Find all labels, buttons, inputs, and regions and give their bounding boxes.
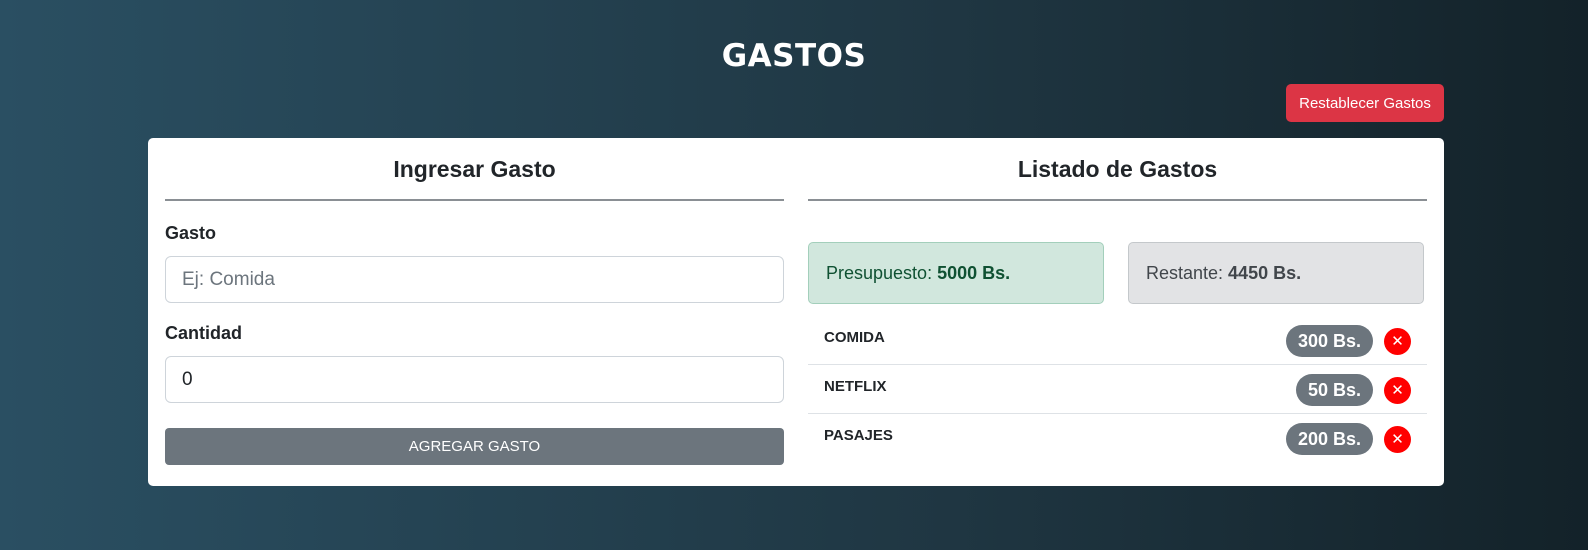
amount-badge: 300 Bs.	[1285, 325, 1373, 357]
remaining-label: Restante:	[1146, 262, 1224, 283]
add-expense-button[interactable]: AGREGAR GASTO	[165, 428, 784, 465]
reset-expenses-button[interactable]: Restablecer Gastos	[1286, 84, 1444, 122]
cantidad-label: Cantidad	[165, 323, 243, 343]
gasto-label: Gasto	[165, 223, 217, 243]
expense-name: PASAJES	[824, 427, 893, 444]
delete-expense-button[interactable]: ✕	[1384, 377, 1411, 404]
expense-list: COMIDA 300 Bs. ✕ NETFLIX 50 Bs. ✕ PASAJE…	[808, 316, 1427, 463]
expense-name: COMIDA	[824, 329, 885, 346]
budget-label: Presupuesto:	[826, 262, 933, 283]
amount-badge: 200 Bs.	[1285, 423, 1373, 455]
remaining-alert: Restante: 4450 Bs.	[1128, 242, 1424, 304]
list-title: Listado de Gastos	[1017, 156, 1218, 182]
amount-badge: 50 Bs.	[1295, 374, 1373, 406]
cantidad-input[interactable]	[165, 356, 784, 403]
close-icon: ✕	[1391, 332, 1404, 350]
list-item: COMIDA 300 Bs. ✕	[808, 316, 1427, 365]
form-title: Ingresar Gasto	[393, 156, 556, 182]
delete-expense-button[interactable]: ✕	[1384, 328, 1411, 355]
gasto-input[interactable]	[165, 256, 784, 303]
budget-alert: Presupuesto: 5000 Bs.	[808, 242, 1104, 304]
list-item: PASAJES 200 Bs. ✕	[808, 414, 1427, 463]
expense-name: NETFLIX	[824, 378, 887, 395]
form-divider	[165, 199, 784, 201]
page-title: GASTOS	[721, 38, 867, 74]
remaining-value: 4450 Bs.	[1228, 262, 1302, 283]
main-card: Ingresar Gasto Gasto Cantidad AGREGAR GA…	[148, 138, 1444, 486]
list-item: NETFLIX 50 Bs. ✕	[808, 365, 1427, 414]
list-divider	[808, 199, 1427, 201]
close-icon: ✕	[1391, 381, 1404, 399]
close-icon: ✕	[1391, 430, 1404, 448]
budget-value: 5000 Bs.	[937, 262, 1011, 283]
delete-expense-button[interactable]: ✕	[1384, 426, 1411, 453]
